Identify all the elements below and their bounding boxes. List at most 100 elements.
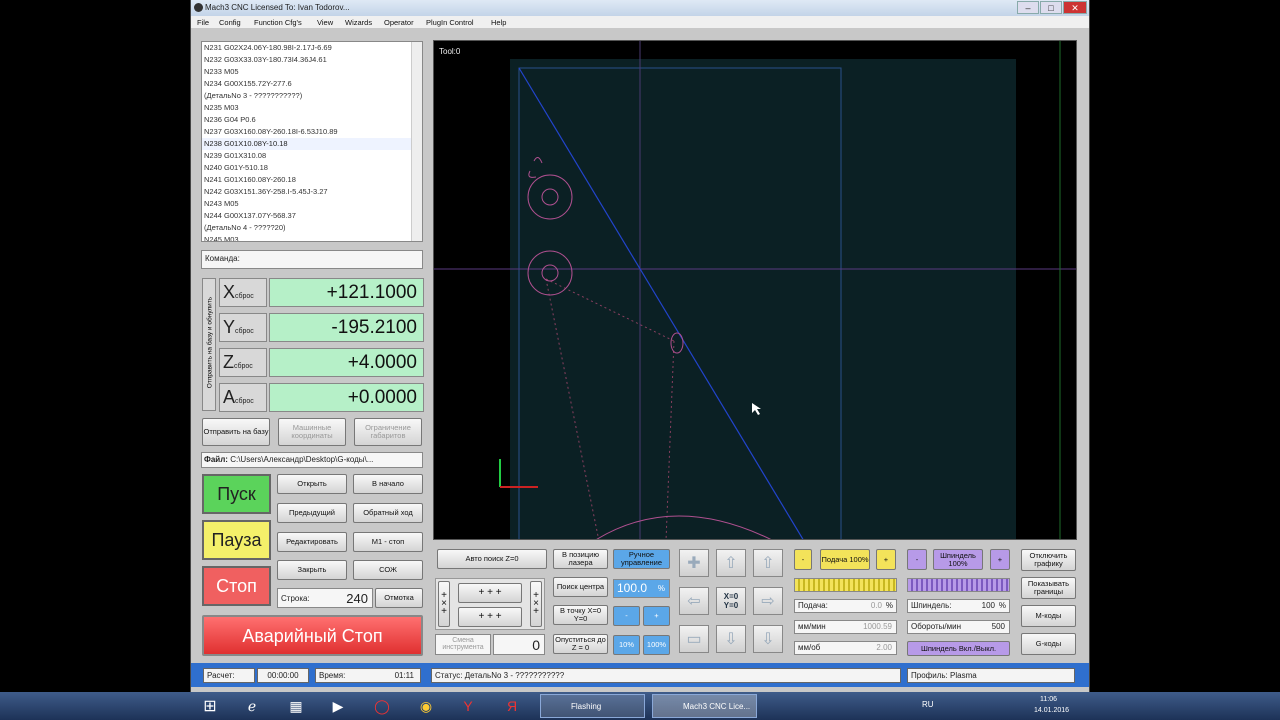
find-center-button[interactable]: Поиск центра (553, 577, 608, 597)
media-player-icon[interactable]: ▶ (322, 695, 354, 717)
spindle-override-slider[interactable] (907, 578, 1010, 592)
g-codes-button[interactable]: G-коды (1021, 633, 1076, 655)
spindle-100-button[interactable]: Шпиндель 100% (933, 549, 983, 570)
m1-stop-button[interactable]: M1 - стоп (353, 532, 423, 552)
explorer-icon[interactable]: ▦ (280, 695, 312, 717)
gcode-line[interactable]: N236 G04 P0.6 (202, 114, 422, 126)
jog-rate-minus-button[interactable]: - (613, 606, 640, 626)
m-codes-button[interactable]: М-коды (1021, 605, 1076, 627)
menu-function-cfgs[interactable]: Function Cfg's (254, 18, 302, 27)
jog-z-plus-button[interactable]: ⇧ (753, 549, 783, 577)
gcode-line[interactable]: (ДетальNo 4 - ?????20) (202, 222, 422, 234)
gcode-line[interactable]: N245 M03 (202, 234, 422, 241)
gcode-listing[interactable]: N231 G02X24.06Y-180.98I-2.17J-6.69 N232 G… (201, 41, 423, 242)
minimize-button[interactable]: – (1017, 1, 1039, 14)
menu-config[interactable]: Config (219, 18, 241, 27)
yandex-browser-icon[interactable]: Я (496, 695, 528, 717)
step-jog-down-button[interactable]: + + + (458, 607, 522, 627)
jog-y-minus-button[interactable]: ⇩ (716, 625, 746, 653)
feed-100-button[interactable]: Подача 100% (820, 549, 870, 570)
ref-zero-vertical-button[interactable]: Отправить на базу и обнулить (202, 278, 216, 411)
lower-z-zero-button[interactable]: Опуститься до Z = 0 (553, 634, 608, 654)
toolpath-viewport[interactable]: Tool:0 (433, 40, 1077, 540)
dro-value-y[interactable]: -195.2100 (269, 313, 424, 342)
menu-help[interactable]: Help (491, 18, 506, 27)
gcode-line[interactable]: N241 G01X160.08Y-260.18 (202, 174, 422, 186)
menu-view[interactable]: View (317, 18, 333, 27)
close-button[interactable]: ✕ (1063, 1, 1087, 14)
feed-minus-button[interactable]: - (794, 549, 812, 570)
gcode-line[interactable]: N232 G03X33.03Y-180.73I4.36J4.61 (202, 54, 422, 66)
emergency-stop-button[interactable]: Аварийный Стоп (202, 615, 423, 656)
step-jog-up-button[interactable]: + + + (458, 583, 522, 603)
rewind-start-button[interactable]: В начало (353, 474, 423, 494)
jog-x-plus-button[interactable]: ⇨ (753, 587, 783, 615)
jog-diagonal-button[interactable]: ✚ (679, 549, 709, 577)
axis-reset-button-z[interactable]: Zсброс (219, 348, 267, 377)
yandex-icon[interactable]: Y (452, 695, 484, 717)
axis-reset-button-y[interactable]: Yсброс (219, 313, 267, 342)
clock-time[interactable]: 11:06 (1040, 696, 1057, 703)
gcode-line[interactable]: N242 G03X151.36Y-258.I-5.45J-3.27 (202, 186, 422, 198)
goto-laser-button[interactable]: В позицию лазера (553, 549, 608, 569)
close-file-button[interactable]: Закрыть (277, 560, 347, 580)
menu-plugin-control[interactable]: PlugIn Control (426, 18, 474, 27)
manual-control-button[interactable]: Ручное управление (613, 549, 670, 569)
chrome-icon[interactable]: ◉ (410, 695, 442, 717)
disable-graphics-button[interactable]: Отключить графику (1021, 549, 1076, 571)
goto-xy-zero-button[interactable]: В точку X=0 Y=0 (553, 605, 608, 625)
axis-reset-button-x[interactable]: Xсброс (219, 278, 267, 307)
machine-coords-button[interactable]: Машинные координаты (278, 418, 346, 446)
menu-file[interactable]: File (197, 18, 209, 27)
jog-z-minus-button[interactable]: ⇩ (753, 625, 783, 653)
maximize-button[interactable]: □ (1040, 1, 1062, 14)
jog-x-minus-button[interactable]: ⇦ (679, 587, 709, 615)
previous-button[interactable]: Предыдущий (277, 503, 347, 523)
gcode-line[interactable]: N240 G01Y-510.18 (202, 162, 422, 174)
gcode-line[interactable]: N233 M05 (202, 66, 422, 78)
menu-wizards[interactable]: Wizards (345, 18, 372, 27)
opera-icon[interactable]: ◯ (366, 695, 398, 717)
spindle-minus-button[interactable]: - (907, 549, 927, 570)
edit-gcode-button[interactable]: Редактировать (277, 532, 347, 552)
gcode-line[interactable]: N235 M03 (202, 102, 422, 114)
gcode-line[interactable]: N238 G01X10.08Y-10.18 (202, 138, 422, 150)
axis-reset-button-a[interactable]: Aсброс (219, 383, 267, 412)
feed-override-slider[interactable] (794, 578, 897, 592)
tool-number-field[interactable]: 0 (493, 634, 545, 655)
jog-rate-plus-button[interactable]: + (643, 606, 670, 626)
stop-button[interactable]: Стоп (202, 566, 271, 606)
cycle-start-button[interactable]: Пуск (202, 474, 271, 514)
ie-icon[interactable]: ℯ (236, 695, 268, 717)
gcode-line[interactable]: N231 G02X24.06Y-180.98I-2.17J-6.69 (202, 42, 422, 54)
language-indicator[interactable]: RU (922, 700, 934, 709)
menu-operator[interactable]: Operator (384, 18, 414, 27)
show-bounds-button[interactable]: Показывать границы (1021, 577, 1076, 599)
line-field[interactable]: Строка: 240 (277, 588, 373, 608)
task-mach3[interactable]: Mach3 CNC Lice... (652, 694, 757, 718)
clock-date[interactable]: 14.01.2016 (1034, 707, 1069, 714)
step-jog-left-button[interactable]: + × + (438, 581, 450, 627)
zero-xy-button[interactable]: X=0 Y=0 (716, 587, 746, 615)
dro-value-a[interactable]: +0.0000 (269, 383, 424, 412)
step-jog-panel[interactable]: + × + + + + + + + + × + (435, 578, 545, 630)
gcode-line[interactable]: N237 G03X160.08Y-260.18I-6.53J10.89 (202, 126, 422, 138)
jog-100-button[interactable]: 100% (643, 635, 670, 655)
start-button-icon[interactable]: ⊞ (194, 695, 226, 717)
spindle-plus-button[interactable]: + (990, 549, 1010, 570)
feed-hold-button[interactable]: Пауза (202, 520, 271, 560)
step-jog-right-button[interactable]: + × + (530, 581, 542, 627)
gcode-scrollbar[interactable] (411, 42, 422, 241)
gcode-line[interactable]: N244 G00X137.07Y-568.37 (202, 210, 422, 222)
soft-limits-button[interactable]: Ограничение габаритов (354, 418, 422, 446)
task-flashing[interactable]: Flashing (540, 694, 645, 718)
gcode-line[interactable]: N243 M05 (202, 198, 422, 210)
reverse-run-button[interactable]: Обратный ход (353, 503, 423, 523)
jog-10-button[interactable]: 10% (613, 635, 640, 655)
jog-blank-button[interactable]: ▭ (679, 625, 709, 653)
auto-z-zero-button[interactable]: Авто поиск Z=0 (437, 549, 547, 569)
spindle-toggle-button[interactable]: Шпиндель Вкл./Выкл. (907, 641, 1010, 656)
dro-value-x[interactable]: +121.1000 (269, 278, 424, 307)
ref-all-button[interactable]: Отправить на базу (202, 418, 270, 446)
run-from-here-button[interactable]: Отмотка (375, 588, 423, 608)
